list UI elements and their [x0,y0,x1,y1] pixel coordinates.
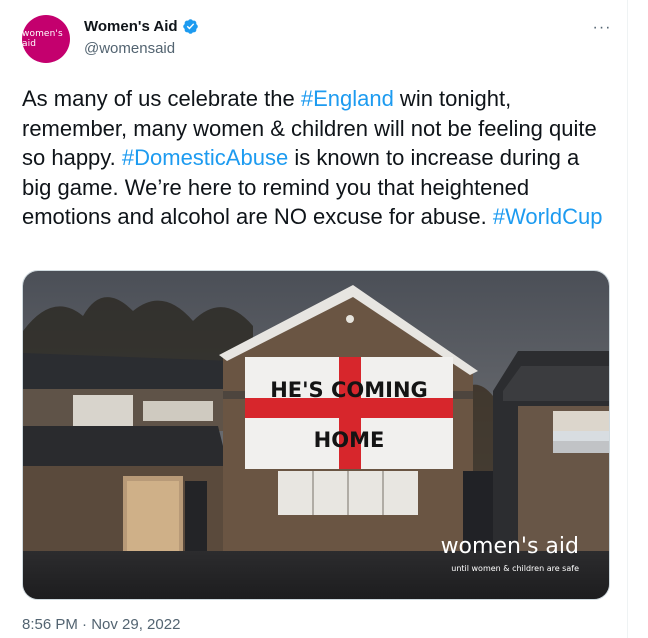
timestamp[interactable]: 8:56 PM · Nov 29, 2022 [22,616,180,633]
display-name[interactable]: Women's Aid [84,18,178,35]
tweet-media-image[interactable]: HE'S COMING HOME women's aid until women… [22,270,610,600]
avatar-text: women's aid [22,29,63,49]
more-options-icon[interactable]: ··· [588,18,616,38]
verified-badge-icon [182,18,199,35]
flag-text-line2: HOME [314,428,385,452]
tweet: women's aid Women's Aid @womensaid ··· A… [0,0,628,638]
tweet-text-segment: As many of us celebrate the [22,86,301,111]
tweet-text: As many of us celebrate the #England win… [22,84,612,232]
hashtag-link[interactable]: #England [301,86,394,111]
author-name-row: Women's Aid [84,18,199,35]
avatar[interactable]: women's aid [22,15,70,63]
handle[interactable]: @womensaid [84,40,175,57]
hashtag-link[interactable]: #DomesticAbuse [122,145,288,170]
hashtag-link[interactable]: #WorldCup [493,204,603,229]
watermark-brand: women's aid [440,534,579,559]
flag-text-line1: HE'S COMING [270,378,428,402]
watermark-tagline: until women & children are safe [451,564,579,573]
